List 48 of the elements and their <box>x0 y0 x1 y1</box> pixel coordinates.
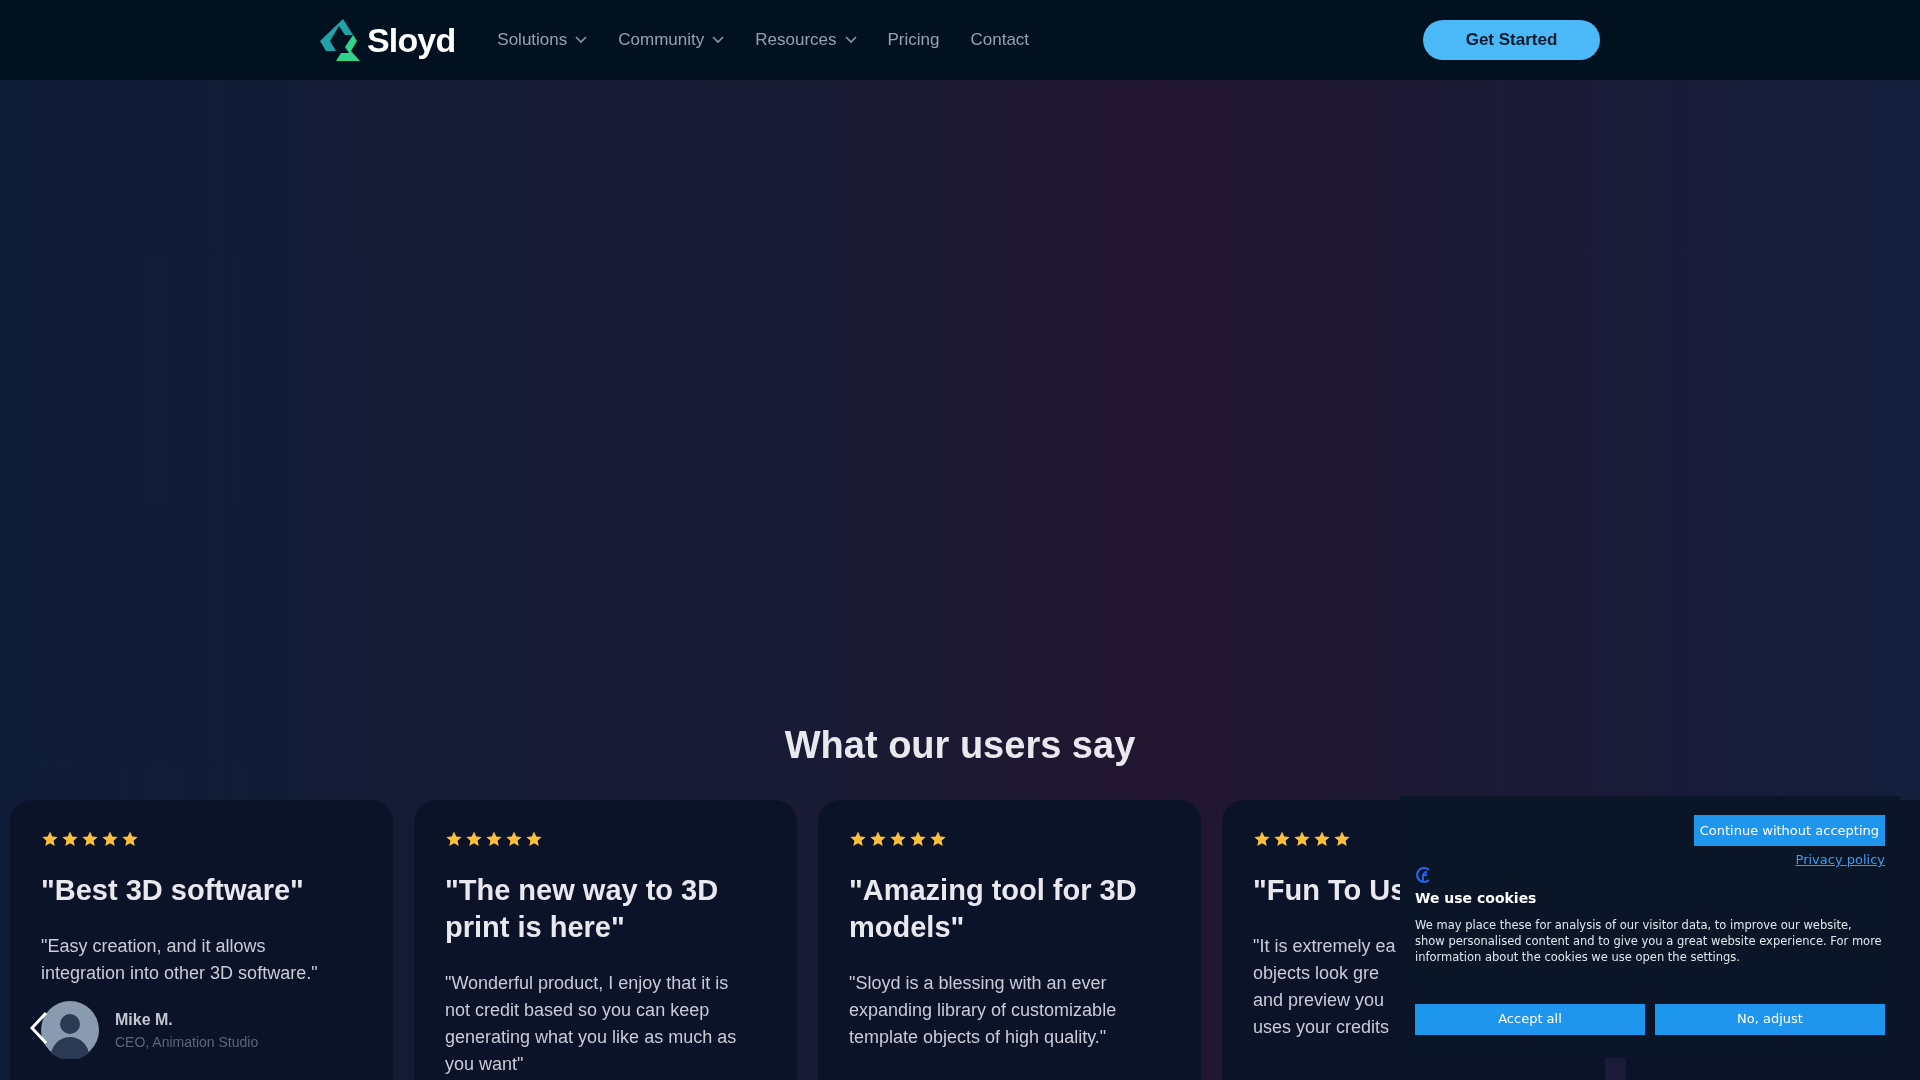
star-icon <box>81 830 99 848</box>
star-icon <box>889 830 907 848</box>
nav-link[interactable]: Pricing <box>887 27 940 53</box>
nav-link[interactable]: Solutions <box>497 27 588 53</box>
star-icon <box>1293 830 1311 848</box>
get-started-button[interactable]: Get Started <box>1423 20 1600 60</box>
quote-line: and preview you <box>1253 989 1385 1012</box>
star-icon <box>41 830 59 848</box>
star-icon <box>869 830 887 848</box>
star-icon <box>1253 830 1271 848</box>
star-icon <box>525 830 543 848</box>
quote-line: objects look gre <box>1253 962 1380 985</box>
nav-link[interactable]: Resources <box>755 27 857 53</box>
quote-line: "It is extremely ea <box>1253 935 1396 958</box>
avatar-silhouette-icon <box>41 1001 99 1059</box>
author-role: CEO, Animation Studio <box>115 1032 259 1052</box>
privacy-policy-link[interactable]: Privacy policy <box>1795 850 1885 870</box>
testimonial-title: "Best 3D software" <box>41 873 305 908</box>
testimonial-title: "Amazing tool for 3D models" <box>849 873 1138 945</box>
testimonial-quote: "Sloyd is a blessing with an ever expanding library of customizable template objects of high quality." <box>849 972 1118 1049</box>
star-icon <box>929 830 947 848</box>
chevron-down-icon <box>575 36 588 44</box>
star-icon <box>101 830 119 848</box>
chevron-left-icon <box>30 1011 48 1045</box>
nav-link[interactable]: Community <box>618 27 725 53</box>
cookie-description: We may place these for analysis of our visitor data, to improve our website, show personalised content and to give you a great website experience. For more information about the cookies we use open the settings. <box>1415 916 1883 965</box>
testimonial-quote: "Wonderful product, I enjoy that it is not credit based so you can keep generating what you like as much as you want" <box>445 972 738 1076</box>
brand-name: Sloyd <box>367 19 456 61</box>
star-icon <box>465 830 483 848</box>
chevron-down-icon <box>712 36 725 44</box>
star-icon <box>1313 830 1331 848</box>
star-icon <box>505 830 523 848</box>
star-icon <box>121 830 139 848</box>
nav-link[interactable]: Contact <box>970 27 1030 53</box>
star-icon <box>485 830 503 848</box>
star-icon <box>445 830 463 848</box>
star-icon <box>61 830 79 848</box>
cookie-title: We use cookies <box>1415 888 1538 908</box>
star-icon <box>1273 830 1291 848</box>
section-heading: What our users say <box>783 723 1137 768</box>
star-icon <box>849 830 867 848</box>
star-icon <box>1333 830 1351 848</box>
testimonial-quote: "Easy creation, and it allows integration into other 3D software." <box>41 935 319 985</box>
star-icon <box>909 830 927 848</box>
chevron-down-icon <box>844 36 857 44</box>
author-name: Mike M. <box>115 1009 174 1030</box>
quote-line: uses your credits <box>1253 1016 1390 1039</box>
testimonial-title: "The new way to 3D print is here" <box>445 873 720 945</box>
